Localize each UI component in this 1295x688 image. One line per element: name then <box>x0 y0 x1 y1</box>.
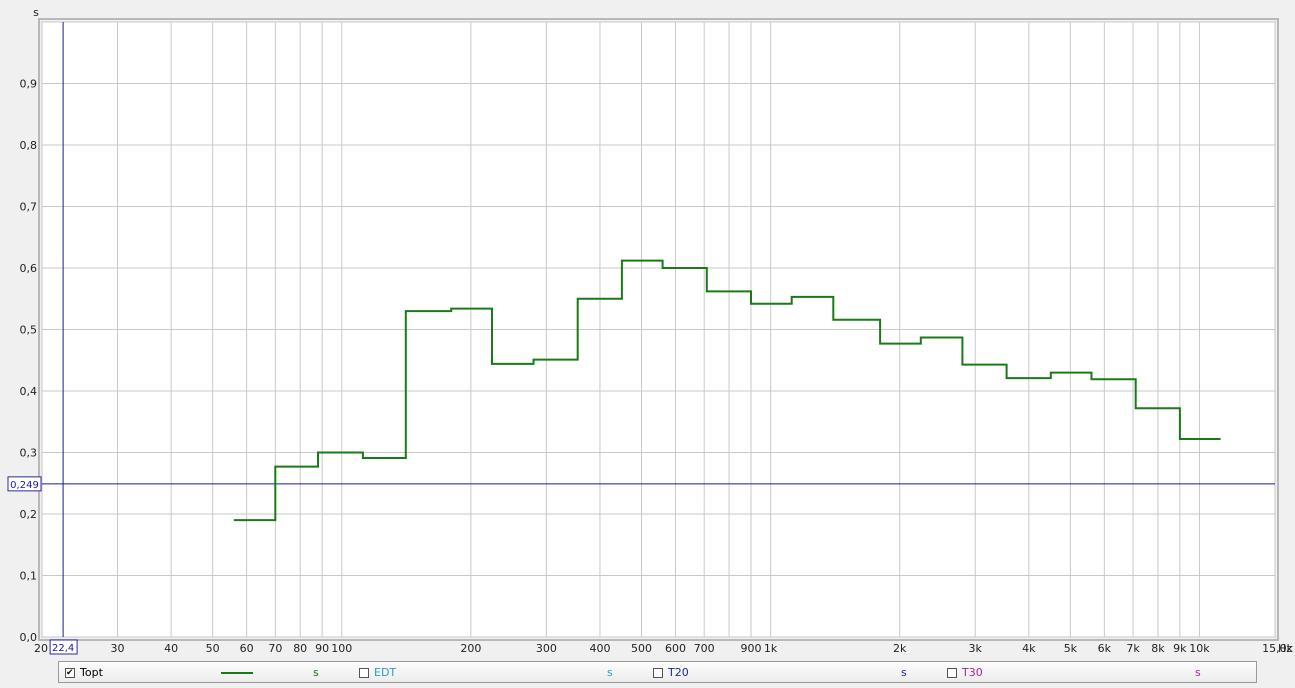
legend-unit-t30: s <box>1195 666 1201 679</box>
legend-line-topt <box>221 672 253 674</box>
x-tick-label: 300 <box>536 642 557 655</box>
legend-item-t30[interactable]: T30 <box>947 666 983 680</box>
x-tick-label: 4k <box>1022 642 1036 655</box>
x-tick-label: 10k <box>1189 642 1210 655</box>
cursor-y-readout: 0,249 <box>10 480 39 491</box>
legend-bar: Topt s EDT s T20 s T30 s <box>58 661 1257 683</box>
x-tick-label: 60 <box>240 642 254 655</box>
chart[interactable]: 0,00,10,20,30,40,50,60,70,80,920 30 40 50 60… <box>0 0 1295 660</box>
x-tick-label: 100 <box>331 642 352 655</box>
y-tick-label: 0,2 <box>20 508 38 521</box>
t20-checkbox[interactable] <box>653 668 663 678</box>
x-tick-label: 400 <box>589 642 610 655</box>
legend-label-topt: Topt <box>80 666 103 679</box>
y-tick-label: 0,6 <box>20 262 38 275</box>
x-tick-label: 6k <box>1098 642 1112 655</box>
x-tick-label: 5k <box>1064 642 1078 655</box>
x-tick-label: 9k <box>1173 642 1187 655</box>
y-tick-label: 0,8 <box>20 139 38 152</box>
x-tick-label: 2k <box>893 642 907 655</box>
x-tick-label: 90 <box>315 642 329 655</box>
legend-item-topt[interactable]: Topt <box>65 666 103 680</box>
y-unit-label: s <box>33 6 39 19</box>
cursor-x-readout: 22,4 <box>52 643 74 654</box>
x-tick-label: 600 <box>665 642 686 655</box>
x-tick-label: 30 <box>111 642 125 655</box>
x-tick-label: 500 <box>631 642 652 655</box>
x-tick-label: 900 <box>740 642 761 655</box>
legend-unit-edt: s <box>607 666 613 679</box>
t30-checkbox[interactable] <box>947 668 957 678</box>
legend-label-t30: T30 <box>962 666 983 679</box>
x-tick-label: 7k <box>1126 642 1140 655</box>
x-tick-label: 20 <box>34 642 48 655</box>
x-tick-label: 8k <box>1151 642 1165 655</box>
y-tick-label: 0,1 <box>20 570 38 583</box>
topt-checkbox[interactable] <box>65 668 75 678</box>
y-tick-label: 0,9 <box>20 78 38 91</box>
edt-checkbox[interactable] <box>359 668 369 678</box>
x-tick-label: 3k <box>969 642 983 655</box>
x-tick-label: 50 <box>206 642 220 655</box>
x-tick-label: 70 <box>268 642 282 655</box>
y-tick-label: 0,5 <box>20 324 38 337</box>
legend-unit-t20: s <box>901 666 907 679</box>
y-tick-label: 0,3 <box>20 447 38 460</box>
x-tick-label: 200 <box>460 642 481 655</box>
legend-item-edt[interactable]: EDT <box>359 666 396 680</box>
x-tick-label: 80 <box>293 642 307 655</box>
legend-item-t20[interactable]: T20 <box>653 666 689 680</box>
y-tick-label: 0,4 <box>20 385 38 398</box>
x-tick-label: 40 <box>164 642 178 655</box>
legend-label-t20: T20 <box>668 666 689 679</box>
x-tick-label: 1k <box>764 642 778 655</box>
y-tick-label: 0,7 <box>20 201 38 214</box>
legend-unit-topt: s <box>313 666 319 679</box>
x-unit-label: Hz <box>1278 642 1292 655</box>
legend-label-edt: EDT <box>374 666 397 679</box>
x-tick-label: 700 <box>694 642 715 655</box>
